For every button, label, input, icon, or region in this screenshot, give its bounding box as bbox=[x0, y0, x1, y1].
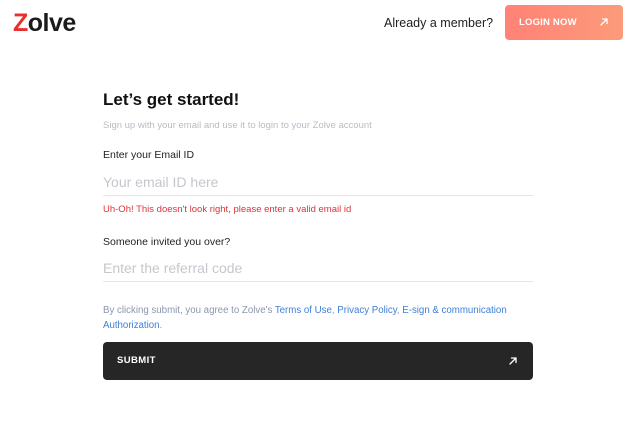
page-subtitle: Sign up with your email and use it to lo… bbox=[103, 120, 372, 131]
page-title: Let’s get started! bbox=[103, 90, 240, 109]
referral-label: Someone invited you over? bbox=[103, 236, 231, 248]
login-now-button[interactable]: LOGIN NOW bbox=[505, 5, 623, 40]
already-member-text: Already a member? bbox=[384, 16, 494, 30]
arrow-up-right-icon bbox=[600, 18, 608, 26]
email-error-message: Uh-Oh! This doesn't look right, please e… bbox=[103, 204, 352, 215]
submit-label: SUBMIT bbox=[117, 355, 156, 366]
referral-code-input[interactable] bbox=[103, 254, 533, 282]
top-bar: Zolve Already a member? LOGIN NOW bbox=[0, 0, 640, 46]
terms-text: By clicking submit, you agree to Zolve's… bbox=[103, 303, 533, 333]
terms-of-use-link[interactable]: Terms of Use bbox=[275, 305, 332, 316]
privacy-policy-link[interactable]: Privacy Policy bbox=[337, 305, 397, 316]
submit-button[interactable]: SUBMIT bbox=[103, 342, 533, 380]
terms-prefix: By clicking submit, you agree to Zolve's bbox=[103, 305, 275, 316]
signup-form: Let’s get started! Sign up with your ema… bbox=[103, 90, 533, 380]
arrow-up-right-icon bbox=[509, 357, 517, 365]
terms-suffix: . bbox=[159, 320, 163, 331]
login-now-label: LOGIN NOW bbox=[519, 17, 577, 28]
zolve-logo[interactable]: Zolve bbox=[13, 8, 76, 38]
logo-z-letter: Z bbox=[13, 9, 28, 37]
logo-rest-letters: olve bbox=[27, 9, 77, 37]
email-input[interactable] bbox=[103, 168, 533, 196]
email-label: Enter your Email ID bbox=[103, 149, 195, 161]
